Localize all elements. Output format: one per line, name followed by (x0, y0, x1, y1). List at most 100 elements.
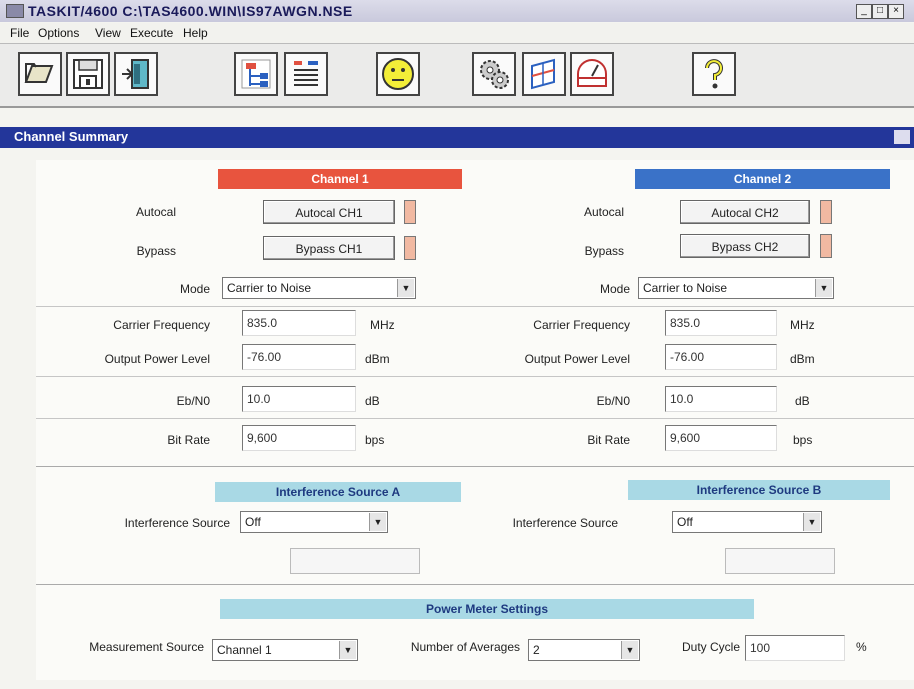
channel-config-icon (241, 59, 271, 89)
measurement-source-label: Measurement Source (89, 640, 204, 654)
ch1-mode-select[interactable]: Carrier to Noise ▼ (222, 277, 416, 299)
interference-a-level-input (290, 548, 420, 574)
duty-cycle-label: Duty Cycle (681, 640, 740, 654)
meter-button[interactable] (570, 52, 614, 96)
interference-b-value: Off (677, 515, 693, 529)
ch1-bitrate-unit: bps (365, 433, 385, 447)
num-averages-label: Number of Averages (410, 640, 520, 654)
list-button[interactable] (284, 52, 328, 96)
help-button[interactable] (692, 52, 736, 96)
power-meter-header: Power Meter Settings (220, 599, 754, 619)
ch1-ebno-unit: dB (365, 394, 380, 408)
autocal-ch1-button[interactable]: Autocal CH1 (263, 200, 395, 224)
ch2-output-power-input[interactable]: -76.00 (665, 344, 777, 370)
divider (36, 584, 914, 585)
settings-button[interactable] (472, 52, 516, 96)
chevron-down-icon[interactable]: ▼ (397, 279, 414, 297)
ch2-bitrate-unit: bps (793, 433, 813, 447)
ch1-ebno-label: Eb/N0 (176, 394, 210, 408)
interference-a-value: Off (245, 515, 261, 529)
ch1-bypass-label: Bypass (136, 244, 176, 258)
meter-icon (577, 59, 607, 87)
interference-b-label: Interference Source (512, 516, 618, 530)
menu-execute[interactable]: Execute (130, 26, 173, 40)
ch1-bypass-indicator (404, 236, 416, 260)
bypass-ch1-button[interactable]: Bypass CH1 (263, 236, 395, 260)
list-icon (294, 61, 318, 86)
ch1-bitrate-input[interactable]: 9,600 (242, 425, 356, 451)
num-averages-select[interactable]: 2 ▼ (528, 639, 640, 661)
ch1-ebno-input[interactable]: 10.0 (242, 386, 356, 412)
graph-button[interactable] (522, 52, 566, 96)
exit-button[interactable] (114, 52, 158, 96)
ch2-bitrate-input[interactable]: 9,600 (665, 425, 777, 451)
status-button[interactable] (376, 52, 420, 96)
ch2-ebno-unit: dB (795, 394, 810, 408)
save-button[interactable] (66, 52, 110, 96)
channel-config-button[interactable] (234, 52, 278, 96)
open-button[interactable] (18, 52, 62, 96)
ch2-bitrate-label: Bit Rate (587, 433, 630, 447)
ch2-mode-select[interactable]: Carrier to Noise ▼ (638, 277, 834, 299)
ch1-output-power-unit: dBm (365, 352, 390, 366)
interference-b-select[interactable]: Off ▼ (672, 511, 822, 533)
save-disk-icon (73, 59, 103, 89)
ch2-mode-label: Mode (599, 282, 630, 296)
ch1-output-power-label: Output Power Level (104, 352, 210, 366)
exit-door-icon (122, 59, 149, 89)
chevron-down-icon[interactable]: ▼ (339, 641, 356, 659)
menu-options[interactable]: Options (38, 26, 79, 40)
ch2-ebno-input[interactable]: 10.0 (665, 386, 777, 412)
ch1-carrier-freq-input[interactable]: 835.0 (242, 310, 356, 336)
ch2-carrier-freq-label: Carrier Frequency (533, 318, 630, 332)
menu-file[interactable]: File (10, 26, 29, 40)
ch2-autocal-indicator (820, 200, 832, 224)
open-folder-icon (24, 63, 54, 83)
interference-a-header: Interference Source A (215, 482, 461, 502)
ch1-carrier-freq-unit: MHz (370, 318, 395, 332)
divider (36, 376, 914, 377)
measurement-source-select[interactable]: Channel 1 ▼ (212, 639, 358, 661)
menu-help[interactable]: Help (183, 26, 208, 40)
channel1-header: Channel 1 (218, 169, 462, 189)
chevron-down-icon[interactable]: ▼ (369, 513, 386, 531)
duty-cycle-unit: % (856, 640, 867, 654)
bypass-ch2-button[interactable]: Bypass CH2 (680, 234, 810, 258)
duty-cycle-input[interactable]: 100 (745, 635, 845, 661)
autocal-ch2-button[interactable]: Autocal CH2 (680, 200, 810, 224)
chevron-down-icon[interactable]: ▼ (815, 279, 832, 297)
interference-a-label: Interference Source (124, 516, 230, 530)
section-header-bar (0, 127, 914, 148)
ch1-output-power-input[interactable]: -76.00 (242, 344, 356, 370)
ch2-carrier-freq-input[interactable]: 835.0 (665, 310, 777, 336)
graph-icon (531, 58, 555, 90)
ch2-autocal-label: Autocal (583, 205, 624, 219)
num-averages-value: 2 (533, 643, 540, 657)
window-title: TASKIT/4600 C:\TAS4600.WIN\IS97AWGN.NSE (28, 3, 353, 19)
ch1-autocal-indicator (404, 200, 416, 224)
section-close-icon[interactable] (894, 130, 910, 144)
divider (36, 466, 914, 467)
divider (36, 306, 914, 307)
channel2-header: Channel 2 (635, 169, 890, 189)
menu-view[interactable]: View (95, 26, 121, 40)
maximize-button[interactable]: □ (872, 4, 888, 19)
ch1-bitrate-label: Bit Rate (167, 433, 210, 447)
ch2-bypass-indicator (820, 234, 832, 258)
ch2-mode-value: Carrier to Noise (643, 281, 728, 295)
divider (36, 418, 914, 419)
ch2-output-power-label: Output Power Level (524, 352, 630, 366)
measurement-source-value: Channel 1 (217, 643, 272, 657)
ch2-ebno-label: Eb/N0 (596, 394, 630, 408)
interference-a-select[interactable]: Off ▼ (240, 511, 388, 533)
gears-icon (480, 60, 509, 89)
close-button[interactable]: × (888, 4, 904, 19)
ch2-bypass-label: Bypass (584, 244, 624, 258)
ch1-mode-value: Carrier to Noise (227, 281, 312, 295)
interference-b-header: Interference Source B (628, 480, 890, 500)
interference-b-level-input (725, 548, 835, 574)
ch1-autocal-label: Autocal (135, 205, 176, 219)
minimize-button[interactable]: _ (856, 4, 872, 19)
chevron-down-icon[interactable]: ▼ (621, 641, 638, 659)
chevron-down-icon[interactable]: ▼ (803, 513, 820, 531)
